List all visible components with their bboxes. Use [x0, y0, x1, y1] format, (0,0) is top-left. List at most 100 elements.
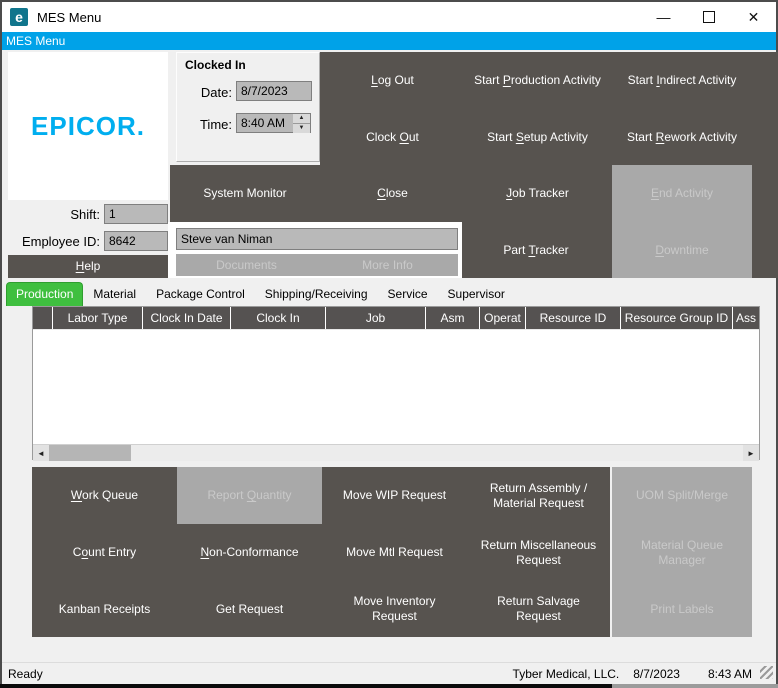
- log-out-label: Log Out: [371, 73, 414, 87]
- status-right-cluster: Tyber Medical, LLC. 8/7/2023 8:43 AM: [513, 667, 770, 681]
- employee-id-label: Employee ID:: [21, 234, 100, 249]
- scroll-left-icon: ◄: [37, 448, 45, 458]
- start-production-activity-button[interactable]: Start Production Activity: [465, 52, 610, 109]
- clocked-in-panel: Clocked In: [176, 52, 320, 162]
- maximize-button[interactable]: [686, 2, 731, 32]
- start-rework-activity-button[interactable]: Start Rework Activity: [610, 109, 754, 165]
- employee-id-field[interactable]: [104, 231, 168, 251]
- move-wip-request-label: Move WIP Request: [342, 488, 447, 502]
- epicor-logo: EPICOR.: [31, 110, 145, 141]
- column-header-assembly[interactable]: Ass: [733, 307, 759, 329]
- close-button[interactable]: ✕: [731, 2, 776, 32]
- move-inventory-request-button[interactable]: Move Inventory Request: [322, 581, 467, 637]
- close-icon: ✕: [747, 8, 760, 25]
- move-wip-request-button[interactable]: Move WIP Request: [322, 467, 467, 524]
- shift-label: Shift:: [70, 207, 100, 222]
- scroll-left-button[interactable]: ◄: [33, 445, 49, 461]
- work-queue-button[interactable]: Work Queue: [32, 467, 177, 524]
- return-salvage-request-button[interactable]: Return Salvage Request: [467, 581, 610, 637]
- labor-grid: Labor Type Clock In Date Clock In Job As…: [32, 306, 760, 461]
- menu-strip-label: MES Menu: [6, 34, 66, 48]
- log-out-button[interactable]: Log Out: [320, 52, 465, 109]
- start-rework-activity-label: Start Rework Activity: [626, 129, 738, 144]
- print-labels-label: Print Labels: [650, 601, 714, 616]
- tab-bar: Production Material Package Control Ship…: [2, 282, 776, 306]
- column-header-labor-type[interactable]: Labor Type: [53, 307, 143, 329]
- column-header-resource-id[interactable]: Resource ID: [526, 307, 621, 329]
- help-button[interactable]: Help: [8, 255, 168, 278]
- clock-out-label: Clock Out: [366, 129, 419, 144]
- shift-field[interactable]: [104, 204, 168, 224]
- horizontal-scrollbar: ◄ ►: [33, 444, 759, 461]
- return-assembly-material-request-button[interactable]: Return Assembly / Material Request: [467, 467, 610, 524]
- get-request-label: Get Request: [215, 601, 284, 616]
- downtime-button: Downtime: [612, 222, 752, 278]
- close-menu-label: Close: [377, 186, 408, 200]
- scrollbar-thumb[interactable]: [49, 445, 131, 461]
- system-monitor-label: System Monitor: [203, 186, 287, 200]
- return-miscellaneous-request-button[interactable]: Return Miscellaneous Request: [467, 524, 610, 581]
- time-spinner: ▲ ▼: [293, 113, 311, 133]
- title-bar: e MES Menu — ✕: [2, 2, 776, 32]
- start-indirect-activity-button[interactable]: Start Indirect Activity: [610, 52, 754, 109]
- time-label: Time:: [199, 117, 232, 132]
- move-inventory-request-label: Move Inventory Request: [353, 594, 436, 623]
- employee-name-field[interactable]: [176, 228, 458, 250]
- work-queue-label: Work Queue: [70, 488, 139, 502]
- end-activity-label: End Activity: [650, 186, 714, 200]
- downtime-label: Downtime: [655, 242, 709, 257]
- count-entry-button[interactable]: Count Entry: [32, 524, 177, 581]
- non-conformance-label: Non-Conformance: [200, 545, 299, 559]
- column-header-job[interactable]: Job: [326, 307, 426, 329]
- tab-supervisor[interactable]: Supervisor: [438, 283, 515, 306]
- start-production-activity-label: Start Production Activity: [474, 73, 601, 87]
- tab-package-control[interactable]: Package Control: [146, 283, 255, 306]
- labor-grid-body[interactable]: [33, 329, 759, 444]
- status-bar: Ready Tyber Medical, LLC. 8/7/2023 8:43 …: [2, 662, 776, 684]
- get-request-button[interactable]: Get Request: [177, 581, 322, 637]
- return-assembly-material-request-label: Return Assembly / Material Request: [489, 480, 588, 510]
- column-header-asm[interactable]: Asm: [426, 307, 480, 329]
- tab-service[interactable]: Service: [378, 283, 438, 306]
- material-queue-manager-button: Material Queue Manager: [612, 524, 752, 581]
- minimize-icon: —: [656, 9, 671, 25]
- tab-production[interactable]: Production: [6, 282, 84, 306]
- report-quantity-label: Report Quantity: [207, 488, 292, 502]
- time-field[interactable]: [236, 113, 294, 133]
- column-header-clock-in-date[interactable]: Clock In Date: [143, 307, 231, 329]
- clock-out-button[interactable]: Clock Out: [320, 109, 465, 165]
- non-conformance-button[interactable]: Non-Conformance: [177, 524, 322, 581]
- column-header-row-selector[interactable]: [33, 307, 53, 329]
- spin-down-icon: ▼: [298, 125, 305, 131]
- scrollbar-track[interactable]: [131, 445, 743, 461]
- resize-grip[interactable]: [760, 666, 773, 679]
- time-spin-up-button[interactable]: ▲: [293, 114, 310, 124]
- documents-button: Documents: [176, 254, 317, 276]
- kanban-receipts-button[interactable]: Kanban Receipts: [32, 581, 177, 637]
- uom-split-merge-button: UOM Split/Merge: [612, 467, 752, 524]
- start-setup-activity-button[interactable]: Start Setup Activity: [465, 109, 610, 165]
- status-date: 8/7/2023: [633, 666, 680, 681]
- time-spin-down-button[interactable]: ▼: [293, 124, 310, 133]
- start-setup-activity-label: Start Setup Activity: [487, 129, 588, 144]
- scroll-right-button[interactable]: ►: [743, 445, 759, 461]
- clocked-in-title: Clocked In: [185, 58, 246, 72]
- report-quantity-button: Report Quantity: [177, 467, 322, 524]
- part-tracker-button[interactable]: Part Tracker: [462, 222, 610, 278]
- column-header-resource-group-id[interactable]: Resource Group ID: [621, 307, 733, 329]
- material-queue-manager-label: Material Queue Manager: [640, 537, 724, 567]
- column-header-operation[interactable]: Operat: [480, 307, 526, 329]
- column-header-clock-in[interactable]: Clock In: [231, 307, 326, 329]
- job-tracker-button[interactable]: Job Tracker: [465, 165, 610, 222]
- tab-shipping-receiving[interactable]: Shipping/Receiving: [255, 283, 378, 306]
- minimize-button[interactable]: —: [641, 2, 686, 32]
- spin-up-icon: ▲: [298, 115, 305, 121]
- close-menu-button[interactable]: Close: [320, 165, 465, 222]
- system-monitor-button[interactable]: System Monitor: [170, 165, 320, 222]
- move-mtl-request-button[interactable]: Move Mtl Request: [322, 524, 467, 581]
- more-info-label: More Info: [362, 257, 413, 272]
- scroll-right-icon: ►: [747, 448, 755, 458]
- bottom-edge-light: [612, 684, 778, 688]
- tab-material[interactable]: Material: [83, 283, 146, 306]
- date-field[interactable]: [236, 81, 312, 101]
